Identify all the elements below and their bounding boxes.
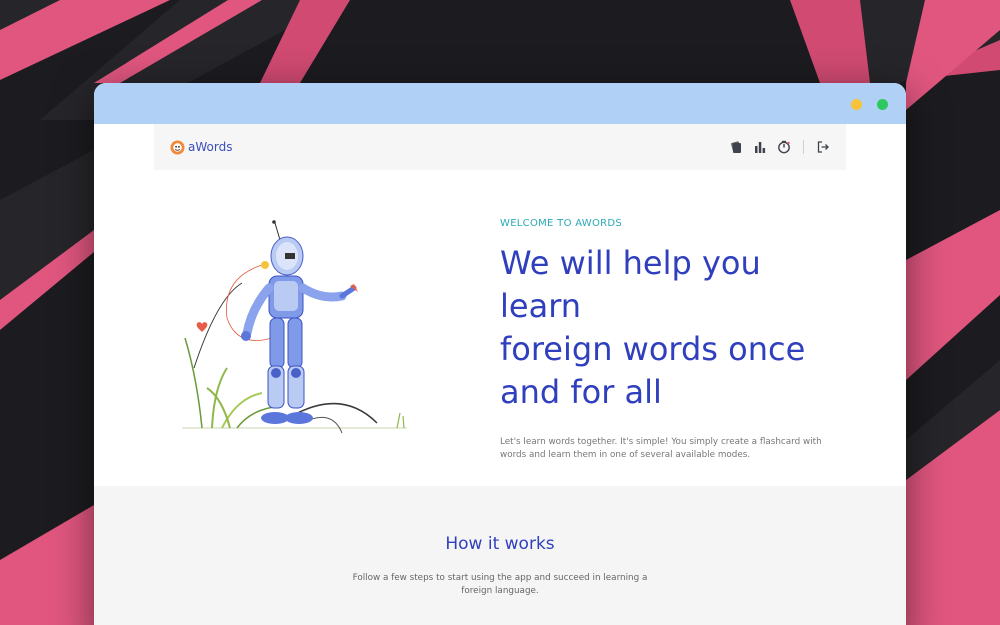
headline-line: We will help you learn <box>500 244 761 325</box>
nav-actions <box>729 140 830 154</box>
window-titlebar <box>94 83 906 124</box>
how-it-works-section: How it works Follow a few steps to start… <box>94 486 906 625</box>
nav-divider <box>803 140 804 154</box>
headline-line: and for all <box>500 373 662 411</box>
section-description: Follow a few steps to start using the ap… <box>352 573 648 596</box>
logout-icon[interactable] <box>816 140 830 154</box>
hero-section: WELCOME TO AWORDS We will help you learn… <box>94 170 906 486</box>
brand-link[interactable]: aWords <box>170 139 233 155</box>
hero-text: WELCOME TO AWORDS We will help you learn… <box>500 218 845 462</box>
stats-icon[interactable] <box>753 140 767 154</box>
aword-logo-icon <box>170 139 185 155</box>
maximize-window-button[interactable] <box>877 99 888 110</box>
hero-eyebrow: WELCOME TO AWORDS <box>500 218 623 229</box>
brand-name: aWords <box>188 140 233 154</box>
browser-window: aWords WELCOME TO AWORDS We will help yo… <box>94 83 906 625</box>
section-title: How it works <box>445 534 555 554</box>
top-navbar: aWords <box>154 124 846 170</box>
hero-headline: We will help you learn foreign words onc… <box>500 242 845 414</box>
headline-line: foreign words once <box>500 330 806 368</box>
minimize-window-button[interactable] <box>851 99 862 110</box>
flashcards-icon[interactable] <box>729 140 743 154</box>
hero-description: Let's learn words together. It's simple!… <box>500 437 822 460</box>
progress-icon[interactable] <box>777 140 791 154</box>
robot-illustration <box>182 220 407 434</box>
